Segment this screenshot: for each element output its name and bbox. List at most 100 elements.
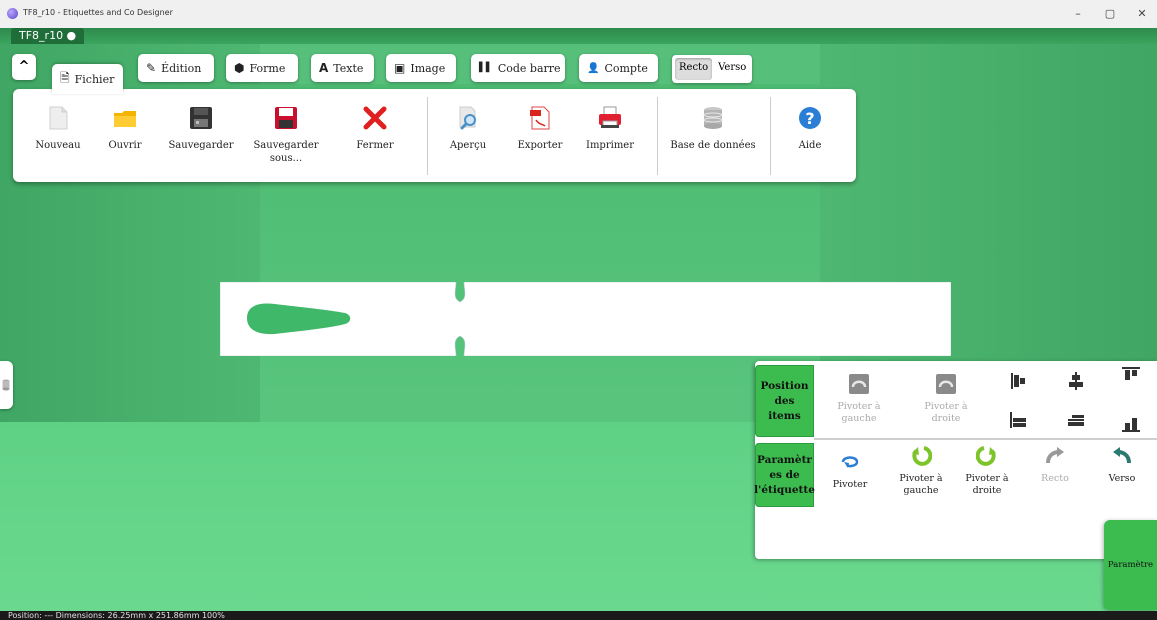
shapes-icon: ⬢ [234, 61, 245, 75]
help-button[interactable]: ? Aide [785, 105, 835, 152]
rotate-label: Pivoter [832, 479, 868, 490]
ribbon-panel-fichier: Nouveau Ouvrir Sauvegarder Sauvegarder s… [13, 89, 856, 182]
label-rotate-right-button[interactable]: Pivoter à droite [957, 445, 1017, 497]
svg-text:?: ? [805, 109, 814, 128]
verso-toggle-button[interactable]: Verso [714, 58, 750, 80]
print-button[interactable]: Imprimer [581, 105, 639, 152]
align-top-icon[interactable] [1121, 365, 1141, 385]
pencil-icon: ✎ [146, 61, 157, 75]
document-tab[interactable]: TF8_r10 ● [11, 28, 85, 45]
ribbon-separator [427, 97, 428, 175]
verso-label: Verso [1108, 473, 1136, 484]
recto-toggle-button[interactable]: Recto [675, 58, 713, 80]
help-label: Aide [798, 140, 822, 151]
folder-icon [114, 111, 136, 127]
rotate-label-button[interactable]: Pivoter [825, 451, 875, 491]
document-tab-bar [0, 28, 1157, 44]
label-line2: droite [972, 485, 1002, 496]
section-label-line3: l'étiquette [754, 483, 815, 496]
label-line1: Pivoter à [837, 401, 881, 412]
align-bottom-icon[interactable] [1121, 414, 1141, 434]
save-label: Sauvegarder [168, 140, 234, 151]
label-line1: Pivoter à [965, 473, 1009, 484]
tab-compte[interactable]: 👤 Compte [579, 54, 658, 82]
item-rotate-right-button[interactable]: Pivoter à droite [916, 373, 976, 425]
tab-label: Fichier [74, 72, 115, 86]
floppy-disk-icon [190, 107, 212, 129]
section-label-line2: des [774, 394, 795, 407]
rotate-left-green-icon [912, 446, 932, 466]
minimize-button[interactable]: – [1063, 4, 1093, 24]
section-label-line3: items [768, 409, 801, 422]
tab-code-barre[interactable]: ▌▌ Code barre [471, 54, 565, 82]
tab-edition[interactable]: ✎ Édition [138, 54, 214, 82]
section-parametres-etiquette[interactable]: Paramètr es de l'étiquette [754, 443, 815, 507]
pdf-icon [530, 106, 550, 130]
parametres-button[interactable]: Paramètre [1104, 520, 1157, 610]
label-canvas[interactable] [220, 282, 951, 356]
tab-fichier[interactable]: 🗎 Fichier [52, 64, 123, 94]
close-label: Fermer [356, 140, 394, 151]
new-document-icon [49, 106, 68, 130]
section-label-line1: Paramètr [757, 453, 812, 466]
magnifier-document-icon [459, 106, 476, 130]
position-panel: Position des items Pivoter à gauche Pivo… [754, 361, 1157, 559]
label-rotate-left-button[interactable]: Pivoter à gauche [891, 445, 951, 497]
help-question-icon: ? [799, 107, 821, 129]
save-as-button[interactable]: Sauvegarder sous... [253, 105, 319, 165]
export-label: Exporter [517, 140, 563, 151]
panel-separator [814, 438, 1157, 440]
app-logo-icon [7, 8, 18, 19]
tab-label: Compte [604, 61, 648, 75]
database-icon [2, 379, 10, 391]
close-window-button[interactable]: ✕ [1127, 4, 1157, 24]
align-bottom-left-icon[interactable] [1008, 410, 1028, 430]
user-icon: 👤 [587, 62, 600, 74]
text-icon: A [319, 61, 329, 75]
close-document-button[interactable]: Fermer [353, 105, 397, 152]
barcode-icon: ▌▌ [479, 63, 493, 73]
side-panel-handle[interactable] [0, 361, 13, 409]
save-as-label-line1: Sauvegarder [253, 140, 319, 151]
tab-texte[interactable]: A Texte [311, 54, 374, 82]
rotate-right-item-icon [936, 374, 956, 394]
item-rotate-left-button[interactable]: Pivoter à gauche [829, 373, 889, 425]
close-x-icon [363, 106, 387, 130]
print-label: Imprimer [586, 140, 634, 151]
rotate-arrow-icon [841, 456, 859, 468]
preview-label: Aperçu [449, 140, 487, 151]
save-as-label-line2: sous... [269, 153, 303, 164]
export-button[interactable]: Exporter [513, 105, 567, 152]
tab-label: Forme [249, 61, 286, 75]
new-button[interactable]: Nouveau [33, 105, 83, 152]
recto-label: Recto [1041, 473, 1069, 484]
ribbon-separator [770, 97, 771, 175]
new-label: Nouveau [35, 140, 81, 151]
align-horizontal-center-icon[interactable] [1066, 371, 1086, 391]
open-button[interactable]: Ouvrir [103, 105, 147, 152]
section-label-line2: es de [769, 468, 800, 481]
database-label: Base de données [670, 140, 756, 151]
collapse-ribbon-button[interactable]: ^ [12, 54, 36, 80]
label-line2: droite [931, 413, 961, 424]
database-button[interactable]: Base de données [663, 105, 763, 152]
tab-forme[interactable]: ⬢ Forme [226, 54, 298, 82]
tab-label: Édition [161, 61, 202, 75]
status-bar: Position: --- Dimensions: 26.25mm x 251.… [0, 611, 1157, 620]
floppy-disk-red-icon [275, 107, 297, 129]
maximize-button[interactable]: ▢ [1095, 4, 1125, 24]
database-icon [703, 107, 723, 129]
verso-side-button[interactable]: Verso [1100, 445, 1144, 485]
recto-side-button[interactable]: Recto [1035, 445, 1075, 485]
section-label-line1: Position [760, 379, 809, 392]
section-position-des-items[interactable]: Position des items [755, 365, 814, 437]
file-icon: 🗎 [60, 70, 70, 85]
open-label: Ouvrir [108, 140, 142, 151]
tab-image[interactable]: ▣ Image [386, 54, 456, 82]
recto-verso-toggle: Recto Verso [672, 55, 752, 83]
align-left-edge-icon[interactable] [1008, 371, 1028, 391]
align-vertical-center-icon[interactable] [1066, 410, 1086, 430]
preview-button[interactable]: Aperçu [445, 105, 491, 152]
undo-arrow-icon [1113, 447, 1131, 464]
save-button[interactable]: Sauvegarder [168, 105, 234, 152]
